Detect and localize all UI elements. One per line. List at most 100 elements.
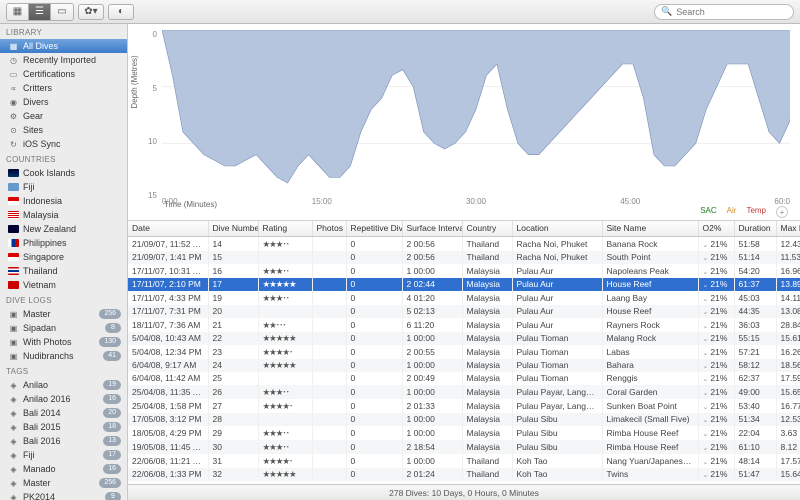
view-detail[interactable]: ▭ [51,4,73,20]
table-row[interactable]: 17/05/08, 3:12 PM2801 00:00MalaysiaPulau… [128,413,800,426]
sidebar-item-sipadan[interactable]: ▣Sipadan8 [0,321,127,335]
sidebar-item-thailand[interactable]: Thailand [0,264,127,278]
table-row[interactable]: 6/04/08, 9:17 AM24★★★★★01 00:00MalaysiaP… [128,359,800,372]
col-repetitive-dive[interactable]: Repetitive Dive [346,221,402,236]
table-row[interactable]: 6/04/08, 11:42 AM2502 00:49MalaysiaPulau… [128,372,800,385]
sidebar-item-fiji[interactable]: ◈Fiji17 [0,448,127,462]
col-max-depth[interactable]: Max Depth [776,221,800,236]
view-mode-segmented[interactable]: ▦ ☰ ▭ [6,3,74,21]
fish-icon: ∝ [8,84,19,93]
sidebar-item-ios-sync[interactable]: ↻iOS Sync [0,137,127,151]
sidebar-item-label: Critters [23,83,121,93]
sidebar-item-label: iOS Sync [23,139,121,149]
view-list[interactable]: ☰ [29,4,51,20]
table-row[interactable]: 25/04/08, 1:58 PM27★★★★･02 01:33Malaysia… [128,399,800,413]
sidebar-item-vietnam[interactable]: Vietnam [0,278,127,292]
sidebar-item-master[interactable]: ▣Master256 [0,307,127,321]
col-o2-[interactable]: O2% [698,221,734,236]
flag-icon [8,211,19,219]
sidebar-item-pk2014[interactable]: ◈PK20149 [0,490,127,500]
sidebar-item-label: Master [23,478,95,488]
table-row[interactable]: 21/09/07, 11:52 AM14★★★･･02 00:56Thailan… [128,236,800,251]
sidebar-item-indonesia[interactable]: Indonesia [0,194,127,208]
col-dive-number[interactable]: Dive Number [208,221,258,236]
sidebar-item-fiji[interactable]: Fiji [0,180,127,194]
table-row[interactable]: 5/04/08, 12:34 PM23★★★★･02 00:55Malaysia… [128,345,800,359]
table-row[interactable]: 17/11/07, 4:33 PM19★★★･･04 01:20Malaysia… [128,291,800,305]
col-site-name[interactable]: Site Name [602,221,698,236]
sidebar-item-recently-imported[interactable]: ◷Recently Imported [0,53,127,67]
sidebar-item-malaysia[interactable]: Malaysia [0,208,127,222]
flag-icon [8,183,19,191]
col-location[interactable]: Location [512,221,602,236]
sidebar-item-label: Recently Imported [23,55,121,65]
col-rating[interactable]: Rating [258,221,312,236]
table-row[interactable]: 18/11/07, 7:36 AM21★★･･･06 11:20Malaysia… [128,318,800,332]
sidebar-item-anilao[interactable]: ◈Anilao19 [0,378,127,392]
table-row[interactable]: 17/11/07, 7:31 PM2005 02:13MalaysiaPulau… [128,305,800,318]
count-badge: 41 [103,351,121,361]
sidebar-item-nudibranchs[interactable]: ▣Nudibranchs41 [0,349,127,363]
col-date[interactable]: Date [128,221,208,236]
col-photos[interactable]: Photos [312,221,346,236]
person-icon: ◉ [8,98,19,107]
sidebar-item-manado[interactable]: ◈Manado16 [0,462,127,476]
chart-add-series[interactable]: + [776,206,788,218]
sidebar-item-label: Certifications [23,69,121,79]
sidebar-item-label: Bali 2015 [23,422,99,432]
table-row[interactable]: 22/06/08, 11:21 AM31★★★★･01 00:00Thailan… [128,454,800,468]
table-row[interactable]: 17/11/07, 10:31 AM16★★★･･01 00:00Malaysi… [128,264,800,278]
sidebar-item-label: Fiji [23,182,121,192]
sidebar-item-new-zealand[interactable]: New Zealand [0,222,127,236]
sidebar-item-critters[interactable]: ∝ Critters [0,81,127,95]
tag-icon: ◈ [8,465,19,474]
sidebar-item-label: Sites [23,125,121,135]
table-row[interactable]: 17/11/07, 2:10 PM17★★★★★02 02:44Malaysia… [128,278,800,291]
legend-sac[interactable]: SAC [700,206,716,218]
book-icon: ▣ [8,352,19,361]
sidebar-item-certifications[interactable]: ▭Certifications [0,67,127,81]
table-row[interactable]: 25/04/08, 11:35 AM26★★★･･01 00:00Malaysi… [128,385,800,399]
table-row[interactable]: 22/06/08, 1:33 PM32★★★★★02 01:24Thailand… [128,468,800,481]
table-row[interactable]: 18/05/08, 4:29 PM29★★★･･01 00:00Malaysia… [128,426,800,440]
sidebar-item-sites[interactable]: ⊙Sites [0,123,127,137]
action-menu-button[interactable]: ✿▾ [78,4,104,20]
col-duration[interactable]: Duration [734,221,776,236]
search-input[interactable] [676,7,787,17]
sidebar-item-philippines[interactable]: Philippines [0,236,127,250]
count-badge: 20 [103,408,121,418]
table-row[interactable]: 5/04/08, 10:43 AM22★★★★★01 00:00Malaysia… [128,332,800,345]
tag-icon: ◈ [8,437,19,446]
search-icon: 🔍 [661,6,672,17]
info-button[interactable]: ◐ [108,4,134,20]
sidebar-item-master[interactable]: ◈Master256 [0,476,127,490]
sidebar-item-label: Singapore [23,252,121,262]
sidebar-item-gear[interactable]: ⚙Gear [0,109,127,123]
sidebar-item-bali-2015[interactable]: ◈Bali 201518 [0,420,127,434]
dive-table[interactable]: DateDive NumberRatingPhotosRepetitive Di… [128,220,800,484]
legend-air[interactable]: Air [727,206,737,218]
tag-icon: ◈ [8,381,19,390]
sidebar-item-label: Sipadan [23,323,101,333]
chart-xtick: 0:00 [162,197,178,206]
search-field[interactable]: 🔍 [654,4,794,20]
chart-ytick: 0 [148,30,157,39]
count-badge: 19 [103,380,121,390]
sidebar-item-divers[interactable]: ◉Divers [0,95,127,109]
col-surface-interval[interactable]: Surface Interval [402,221,462,236]
table-row[interactable]: 21/09/07, 1:41 PM1502 00:56ThailandRacha… [128,251,800,264]
sidebar-item-bali-2016[interactable]: ◈Bali 201613 [0,434,127,448]
count-badge: 256 [99,309,121,319]
sidebar-item-bali-2014[interactable]: ◈Bali 201420 [0,406,127,420]
flag-icon [8,239,19,247]
chart-xtick: 30:00 [466,197,486,206]
sidebar-item-all-dives[interactable]: ▦All Dives [0,39,127,53]
sidebar-item-anilao-2016[interactable]: ◈Anilao 201616 [0,392,127,406]
legend-temp[interactable]: Temp [746,206,766,218]
table-row[interactable]: 19/05/08, 11:45 AM30★★★･･02 18:54Malaysi… [128,440,800,454]
sidebar-item-with-photos[interactable]: ▣With Photos130 [0,335,127,349]
sidebar-item-singapore[interactable]: Singapore [0,250,127,264]
view-thumbnails[interactable]: ▦ [7,4,29,20]
col-country[interactable]: Country [462,221,512,236]
sidebar-item-cook-islands[interactable]: Cook Islands [0,166,127,180]
